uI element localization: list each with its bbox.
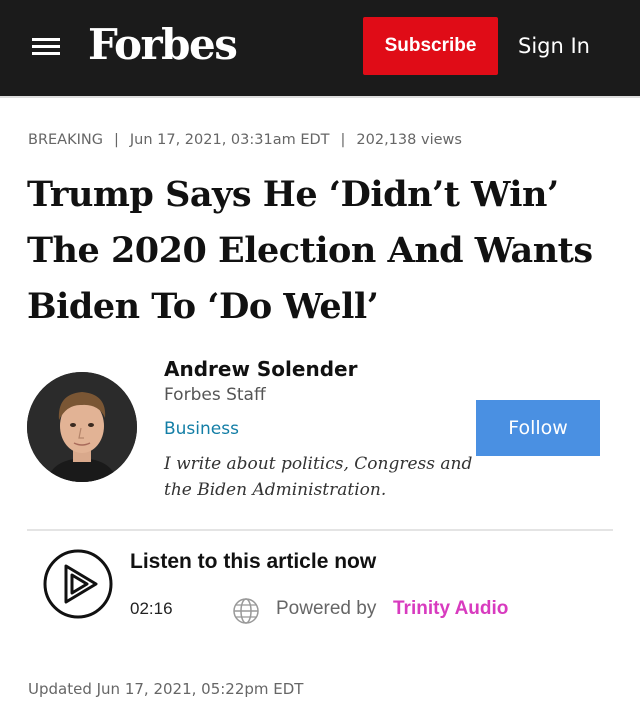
powered-by-label: Powered by bbox=[276, 598, 377, 619]
sign-in-link[interactable]: Sign In bbox=[518, 34, 590, 58]
meta-separator: | bbox=[340, 132, 346, 148]
header-divider bbox=[0, 96, 640, 98]
view-count: 202,138 views bbox=[356, 132, 462, 148]
author-role: Forbes Staff bbox=[164, 385, 266, 405]
author-name[interactable]: Andrew Solender bbox=[164, 357, 357, 381]
trinity-audio-link[interactable]: Trinity Audio bbox=[393, 598, 508, 620]
section-link-business[interactable]: Business bbox=[164, 419, 239, 439]
author-photo bbox=[27, 372, 137, 482]
hamburger-menu-icon[interactable] bbox=[32, 38, 60, 56]
updated-timestamp: Updated Jun 17, 2021, 05:22pm EDT bbox=[28, 680, 304, 698]
publish-date: Jun 17, 2021, 03:31am EDT bbox=[129, 132, 330, 148]
author-avatar[interactable] bbox=[27, 372, 137, 482]
meta-separator: | bbox=[113, 132, 119, 148]
top-nav-bar: Forbes Subscribe Sign In bbox=[0, 0, 640, 96]
section-divider bbox=[27, 529, 613, 531]
globe-icon[interactable] bbox=[232, 597, 260, 625]
article-headline: Trump Says He ‘Didn’t Win’ The 2020 Elec… bbox=[27, 174, 593, 327]
breaking-label: BREAKING bbox=[28, 132, 103, 148]
forbes-logo[interactable]: Forbes bbox=[88, 20, 238, 69]
audio-duration: 02:16 bbox=[130, 599, 173, 618]
subscribe-button[interactable]: Subscribe bbox=[363, 17, 498, 75]
follow-button[interactable]: Follow bbox=[476, 400, 600, 456]
article-meta: BREAKING | Jun 17, 2021, 03:31am EDT | 202,1… bbox=[28, 132, 462, 148]
play-circle-icon[interactable] bbox=[42, 548, 114, 620]
audio-title: Listen to this article now bbox=[130, 550, 377, 573]
author-bio: I write about politics, Congress and the… bbox=[164, 454, 473, 500]
